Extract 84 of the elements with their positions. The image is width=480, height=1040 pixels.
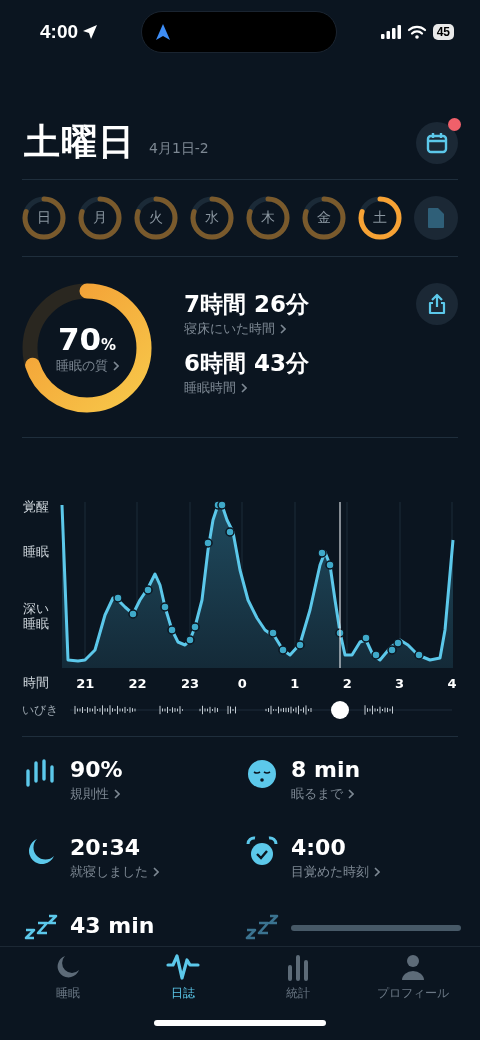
score-value: 70% <box>57 321 117 357</box>
day-button[interactable]: 火 <box>134 196 178 240</box>
data-point <box>393 638 403 648</box>
day-button[interactable]: 日 <box>22 196 66 240</box>
wifi-icon <box>406 25 427 39</box>
calendar-icon <box>426 131 448 154</box>
metric-label[interactable]: 規則性 <box>70 785 123 803</box>
hour-label: 4 <box>446 675 458 691</box>
stage-label: 睡眠 <box>23 544 50 560</box>
data-point <box>278 645 288 655</box>
metric-value: 8 min <box>291 757 361 782</box>
data-point <box>361 633 371 643</box>
clock-time: 4:00 <box>40 21 79 43</box>
data-point <box>203 538 213 548</box>
data-point <box>185 635 195 645</box>
share-button[interactable] <box>416 283 458 325</box>
data-point <box>325 560 335 570</box>
data-point <box>335 628 345 638</box>
data-point <box>113 593 123 603</box>
duration-label[interactable]: 寝床にいた時間 <box>184 320 384 338</box>
chevron-icon <box>153 867 159 877</box>
duration-label[interactable]: 睡眠時間 <box>184 379 384 397</box>
metric-value: 43 min <box>70 913 155 938</box>
day-title: 土曜日 <box>24 120 135 164</box>
tab[interactable]: 統計 <box>247 953 348 1002</box>
chevron-icon <box>348 789 354 799</box>
snore-label: いびき <box>21 701 59 719</box>
stage-label: 深い睡眠 <box>23 601 49 632</box>
data-point <box>414 650 424 660</box>
signal-icon <box>380 25 401 39</box>
timeline-handle[interactable] <box>331 701 349 719</box>
day-button[interactable]: 月 <box>78 196 122 240</box>
day-button[interactable]: 水 <box>190 196 234 240</box>
data-point <box>225 527 235 537</box>
day-button[interactable]: 金 <box>302 196 346 240</box>
metric-label[interactable]: 目覚めた時刻 <box>291 863 380 881</box>
chevron-icon <box>112 361 119 371</box>
chevron-icon <box>241 383 247 393</box>
battery-level: 45 <box>432 24 454 40</box>
data-point <box>295 640 305 650</box>
calendar-button[interactable] <box>416 121 458 164</box>
data-point <box>371 650 381 660</box>
navigation-arrow-icon <box>156 24 171 40</box>
data-point <box>190 622 200 632</box>
hour-label: 21 <box>75 675 96 691</box>
hour-label: 2 <box>341 675 353 691</box>
data-point <box>217 500 227 510</box>
data-point <box>128 609 138 619</box>
data-point <box>143 585 153 595</box>
share-icon <box>427 293 447 315</box>
tab[interactable]: 睡眠 <box>17 953 118 1002</box>
metric-label[interactable]: 就寝しました <box>70 863 159 881</box>
metric-value: 4:00 <box>291 835 347 860</box>
day-button[interactable]: 木 <box>246 196 290 240</box>
score-label[interactable]: 睡眠の質 <box>55 357 119 375</box>
hour-label: 22 <box>127 675 148 691</box>
axis-title: 時間 <box>22 674 50 692</box>
hour-label: 1 <box>289 675 301 691</box>
hour-label: 0 <box>236 675 248 691</box>
date-range: 4月1日-2 <box>149 139 210 158</box>
wave-icon <box>165 953 200 981</box>
metric-label[interactable]: 眠るまで <box>291 785 361 803</box>
sleepy-face-icon <box>245 757 279 791</box>
day-button[interactable]: 土 <box>358 196 402 240</box>
data-point <box>387 645 397 655</box>
data-point <box>160 602 170 612</box>
data-point <box>167 625 177 635</box>
metric-value: 90% <box>70 757 123 782</box>
stage-label: 覚醒 <box>23 500 50 515</box>
report-button[interactable] <box>414 196 458 240</box>
metric-value: 20:34 <box>70 835 142 860</box>
chevron-icon <box>114 789 120 799</box>
duration-value: 7時間 26分 <box>184 290 311 319</box>
chevron-icon <box>280 324 286 334</box>
chevron-icon <box>374 867 380 877</box>
document-icon <box>427 207 445 229</box>
hour-label: 3 <box>394 675 406 691</box>
data-point <box>268 628 278 638</box>
tab[interactable]: 日誌 <box>132 953 233 1002</box>
duration-value: 6時間 43分 <box>184 349 311 378</box>
hour-label: 23 <box>179 675 200 691</box>
data-point <box>317 548 327 558</box>
tab[interactable]: プロフィール <box>362 953 463 1002</box>
location-arrow-icon <box>82 24 99 40</box>
